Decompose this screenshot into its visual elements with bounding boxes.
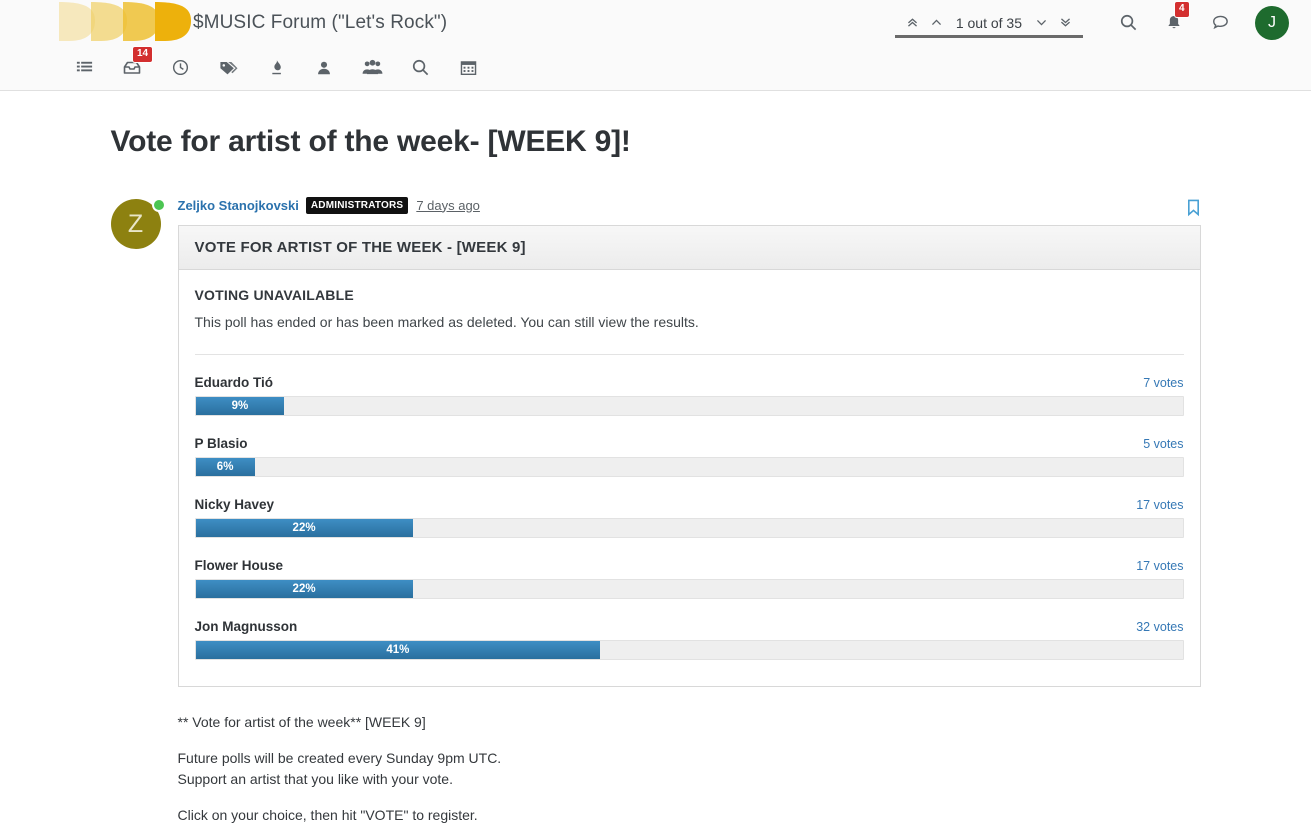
poll-option-bar-track: 6% (194, 457, 1184, 477)
poll-status-title: VOTING UNAVAILABLE (194, 287, 354, 303)
chevron-double-down-icon[interactable] (1053, 8, 1077, 38)
post-paragraph: Future polls will be created every Sunda… (177, 750, 502, 787)
pagination-label: 1 out of 35 (955, 14, 1022, 31)
poll-option-bar-track: 41% (194, 640, 1184, 660)
poll-option-bar-track: 22% (194, 579, 1184, 599)
chevron-double-up-icon[interactable] (901, 8, 925, 38)
header-notifications-icon[interactable]: 4 (1151, 0, 1197, 45)
poll-option-votes-link[interactable]: 5 votes (1143, 437, 1183, 451)
poll-option-bar-track: 22% (194, 518, 1184, 538)
poll-option-header: Eduardo Tió 7 votes (195, 375, 1184, 390)
nav-unread[interactable]: 14 (108, 45, 156, 90)
poll-option-label: Jon Magnusson (194, 619, 298, 634)
topic-pagination[interactable]: 1 out of 35 (894, 0, 1083, 45)
header-right-actions: 1 out of 35 4 J (894, 0, 1289, 45)
poll-option-header: Nicky Havey 17 votes (195, 497, 1184, 512)
poll-divider (194, 354, 1184, 355)
chevron-up-icon[interactable] (925, 8, 949, 38)
poll-option-votes-link[interactable]: 32 votes (1136, 620, 1183, 634)
bookmark-icon[interactable] (1186, 198, 1201, 222)
poll-option-votes-link[interactable]: 7 votes (1143, 376, 1183, 390)
post-paragraph: Click on your choice, then hit "VOTE" to… (177, 806, 478, 823)
poll-widget: VOTE FOR ARTIST OF THE WEEK - [WEEK 9] V… (177, 225, 1201, 687)
post-author-link[interactable]: Zeljko Stanojkovski (178, 198, 299, 213)
poll-option[interactable]: Eduardo Tió 7 votes 9% (194, 375, 1184, 416)
post-meta: Zeljko Stanojkovski ADMINISTRATORS 7 day… (178, 195, 1201, 215)
online-status-indicator (151, 198, 166, 212)
avatar[interactable]: Z (110, 195, 166, 825)
poll-body: VOTING UNAVAILABLE This poll has ended o… (179, 270, 1200, 686)
post-timestamp[interactable]: 7 days ago (416, 198, 480, 213)
poll-option[interactable]: P Blasio 5 votes 6% (194, 436, 1184, 477)
notifications-badge: 4 (1175, 2, 1189, 17)
poll-option-bar-track: 9% (194, 396, 1184, 416)
header-search-icon[interactable] (1105, 0, 1151, 45)
poll-heading: VOTE FOR ARTIST OF THE WEEK - [WEEK 9] (178, 226, 1200, 270)
poll-option-bar-fill: 22% (195, 580, 413, 598)
nav-tags[interactable] (204, 45, 252, 90)
page-title: Vote for artist of the week- [WEEK 9]! (110, 125, 631, 158)
poll-option-bar-fill: 41% (195, 641, 601, 659)
author-group-badge: ADMINISTRATORS (305, 196, 409, 214)
poll-option-votes-link[interactable]: 17 votes (1136, 498, 1183, 512)
header-messages-icon[interactable] (1197, 0, 1243, 45)
poll-option-bar-fill: 6% (195, 458, 255, 476)
poll-option-header: P Blasio 5 votes (195, 436, 1184, 451)
primary-nav: 14 (0, 45, 1311, 90)
poll-status-note: This poll has ended or has been marked a… (194, 314, 699, 330)
poll-option-label: Flower House (194, 558, 284, 573)
post-body: Zeljko Stanojkovski ADMINISTRATORS 7 day… (165, 195, 1201, 825)
poll-option-label: Nicky Havey (194, 497, 275, 512)
unread-badge: 14 (133, 47, 153, 62)
poll-options-list: Eduardo Tió 7 votes 9% P Blasio 5 votes 6% Nic… (194, 375, 1184, 660)
poll-option[interactable]: Nicky Havey 17 votes 22% (194, 497, 1184, 538)
topic-page: Vote for artist of the week- [WEEK 9]! Z… (56, 125, 1256, 825)
post-content: ** Vote for artist of the week** [WEEK 9… (178, 712, 1201, 825)
nav-users[interactable] (300, 45, 348, 90)
brand[interactable]: $MUSIC Forum ("Let's Rock") (55, 0, 447, 45)
poll-option-header: Jon Magnusson 32 votes (195, 619, 1184, 634)
poll-option[interactable]: Jon Magnusson 32 votes 41% (194, 619, 1184, 660)
nav-popular[interactable] (252, 45, 300, 90)
chevron-down-icon[interactable] (1029, 8, 1053, 38)
brand-title: $MUSIC Forum ("Let's Rock") (193, 11, 448, 33)
music-forum-logo (55, 0, 201, 45)
nav-calendar[interactable] (444, 45, 492, 90)
nav-search[interactable] (396, 45, 444, 90)
nav-categories[interactable] (60, 45, 108, 90)
poll-option-header: Flower House 17 votes (195, 558, 1184, 573)
post-paragraph: ** Vote for artist of the week** [WEEK 9… (177, 714, 426, 730)
poll-option-votes-link[interactable]: 17 votes (1136, 559, 1183, 573)
user-avatar-header[interactable]: J (1255, 5, 1289, 40)
poll-option-label: Eduardo Tió (194, 375, 274, 390)
pagination-progress-track[interactable] (894, 35, 1083, 38)
poll-option-bar-fill: 9% (195, 397, 285, 415)
poll-option-label: P Blasio (194, 436, 248, 451)
post: Z Zeljko Stanojkovski ADMINISTRATORS 7 d… (110, 195, 1201, 825)
header-top-bar: $MUSIC Forum ("Let's Rock") 1 out of 35 (0, 0, 1311, 45)
site-header: $MUSIC Forum ("Let's Rock") 1 out of 35 (0, 0, 1311, 91)
nav-groups[interactable] (348, 45, 396, 90)
nav-recent[interactable] (156, 45, 204, 90)
poll-option-bar-fill: 22% (195, 519, 413, 537)
poll-option[interactable]: Flower House 17 votes 22% (194, 558, 1184, 599)
